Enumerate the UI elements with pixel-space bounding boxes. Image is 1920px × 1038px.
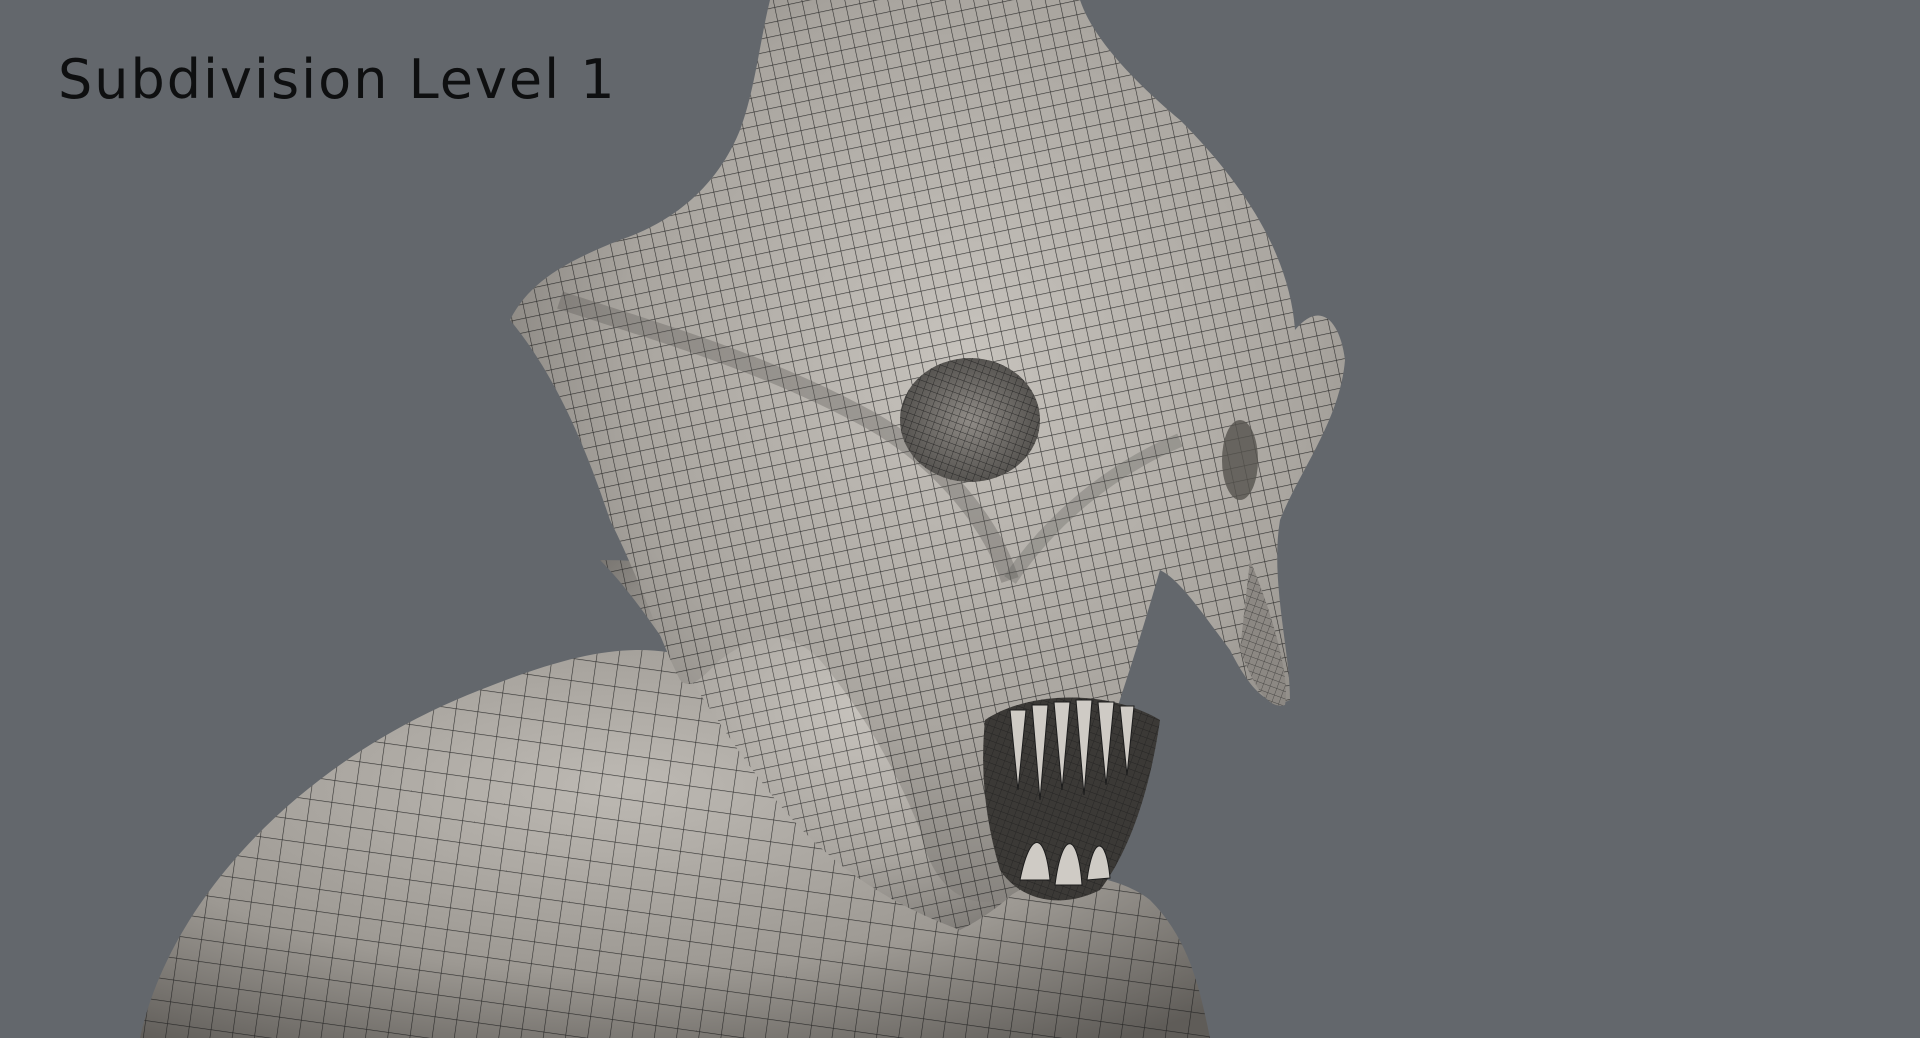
3d-viewport[interactable]: Subdivision Level 1 <box>0 0 1920 1038</box>
eye-socket-far <box>1222 420 1258 500</box>
subdivision-level-label: Subdivision Level 1 <box>58 48 617 111</box>
creature-mouth <box>983 697 1160 901</box>
subdivided-creature-mesh[interactable] <box>0 0 1920 1038</box>
eye-socket <box>900 358 1040 482</box>
